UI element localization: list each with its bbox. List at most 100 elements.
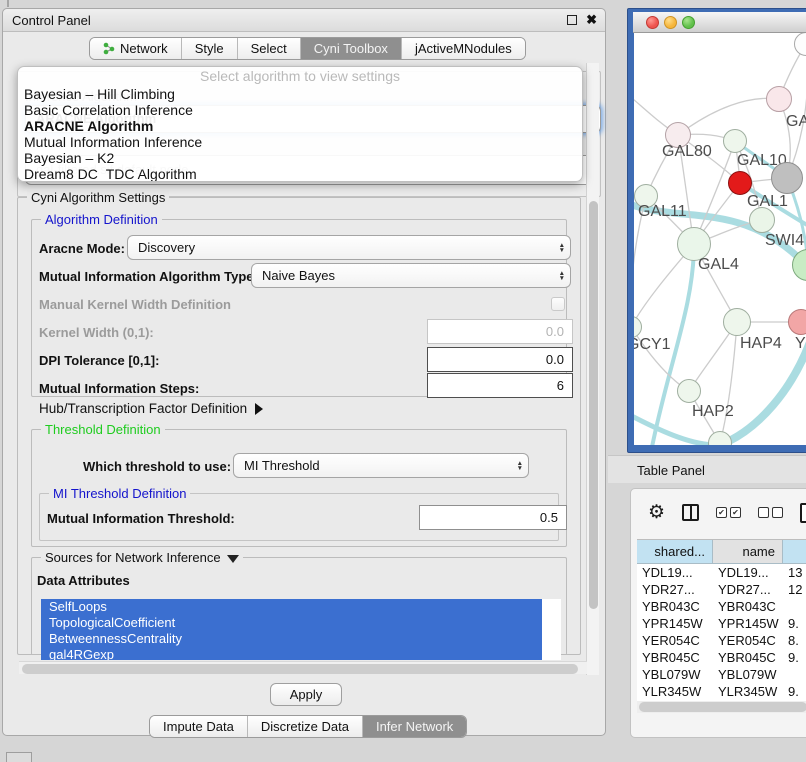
table-row[interactable]: YBR045CYBR045C9. [637, 649, 806, 666]
cyni-algorithm-settings-title: Cyni Algorithm Settings [27, 190, 169, 205]
float-window-icon[interactable] [567, 15, 577, 25]
table-row[interactable]: YBL079WYBL079W [637, 666, 806, 683]
table-row[interactable]: YBR043CYBR043C [637, 598, 806, 615]
dpi-tolerance-field[interactable]: 0.0 [427, 347, 573, 372]
window-grip[interactable] [6, 752, 32, 762]
tab-style-label: Style [195, 41, 224, 56]
zoom-traffic-light-icon[interactable] [682, 16, 695, 29]
combo-stepper-icon: ▲▼ [559, 243, 565, 253]
table-cell: 13 [783, 564, 806, 581]
data-attributes-label: Data Attributes [37, 573, 130, 588]
vertical-scroll-thumb[interactable] [589, 201, 598, 609]
settings-vertical-scrollbar[interactable] [586, 63, 599, 675]
network-node-hap4[interactable] [723, 308, 751, 336]
table-row[interactable]: YDR27...YDR27...12 [637, 581, 806, 598]
table-cell: 9. [783, 649, 806, 666]
mi-threshold-field[interactable]: 0.5 [419, 505, 567, 530]
tab-impute-data[interactable]: Impute Data [150, 716, 247, 737]
table-row[interactable]: YER054CYER054C8. [637, 632, 806, 649]
network-node-hap2[interactable] [677, 379, 701, 403]
sources-title[interactable]: Sources for Network Inference [41, 550, 243, 565]
node-table: shared... name YDL19...YDL19...13YDR27..… [637, 539, 806, 705]
network-node-label: HAP4 [740, 335, 782, 353]
table-panel-titlebar: Table Panel [608, 455, 806, 483]
aracne-mode-combobox[interactable]: Discovery ▲▼ [127, 235, 571, 260]
tab-cyni-toolbox-label: Cyni Toolbox [314, 41, 388, 56]
hub-definition-label: Hub/Transcription Factor Definition [39, 401, 247, 416]
network-node-gal10[interactable] [723, 129, 747, 153]
close-icon[interactable]: ✖ [586, 12, 597, 28]
which-threshold-combobox[interactable]: MI Threshold ▲▼ [233, 453, 529, 478]
network-node-label: GAL2 [786, 113, 806, 131]
close-traffic-light-icon[interactable] [646, 16, 659, 29]
table-row[interactable]: YDL19...YDL19...13 [637, 564, 806, 581]
data-attributes-list[interactable]: SelfLoopsTopologicalCoefficientBetweenne… [41, 599, 561, 660]
expand-right-icon [255, 403, 263, 415]
popup-algorithm-item[interactable]: Mutual Information Inference [18, 134, 582, 150]
table-cell: YLR345W [713, 683, 783, 700]
mi-steps-field[interactable]: 6 [427, 373, 573, 398]
popup-algorithm-item[interactable]: ARACNE Algorithm [18, 118, 582, 134]
table-panel-title: Table Panel [637, 463, 705, 478]
mi-steps-label: Mutual Information Steps: [39, 381, 199, 396]
export-table-icon[interactable] [800, 503, 806, 523]
network-node-gal2[interactable] [766, 86, 792, 112]
table-header-row: shared... name [637, 540, 806, 564]
network-node-swi4[interactable] [749, 207, 775, 233]
table-scroll-thumb[interactable] [639, 702, 806, 712]
popup-algorithm-item[interactable]: Bayesian – Hill Climbing [18, 86, 582, 102]
tab-infer-network[interactable]: Infer Network [362, 716, 466, 737]
table-cell: YDL19... [713, 564, 783, 581]
deselect-all-columns-icon[interactable] [758, 507, 783, 518]
checked-box-icon: ✔ [716, 507, 727, 518]
table-cell: YBR043C [637, 598, 713, 615]
horizontal-scroll-thumb[interactable] [22, 664, 578, 674]
table-row[interactable]: YLR345WYLR345W9. [637, 683, 806, 700]
popup-algorithm-item[interactable]: Bayesian – K2 [18, 150, 582, 166]
dpi-tolerance-label: DPI Tolerance [0,1]: [39, 353, 159, 368]
tab-cyni-toolbox[interactable]: Cyni Toolbox [300, 38, 401, 59]
select-all-columns-icon[interactable]: ✔✔ [716, 507, 741, 518]
data-attribute-item[interactable]: gal4RGexp [41, 647, 542, 660]
popup-algorithm-item[interactable]: Basic Correlation Inference [18, 102, 582, 118]
table-cell: YER054C [637, 632, 713, 649]
table-row[interactable]: YPR145WYPR145W9. [637, 615, 806, 632]
tab-style[interactable]: Style [181, 38, 237, 59]
apply-button[interactable]: Apply [270, 683, 342, 706]
column-header-partial[interactable] [783, 540, 806, 564]
column-layout-icon[interactable] [682, 504, 699, 521]
minimize-traffic-light-icon[interactable] [664, 16, 677, 29]
table-horizontal-scrollbar[interactable] [637, 701, 806, 713]
hub-definition-toggle[interactable]: Hub/Transcription Factor Definition [39, 401, 263, 416]
network-node-label: GAL80 [662, 143, 712, 161]
tab-network[interactable]: Network [90, 38, 181, 59]
network-node[interactable] [771, 162, 803, 194]
aracne-mode-label: Aracne Mode: [39, 241, 125, 256]
tab-jactivemnodules[interactable]: jActiveMNodules [401, 38, 525, 59]
network-node-label: Y [795, 335, 806, 353]
mi-type-combobox[interactable]: Naive Bayes ▲▼ [251, 263, 571, 288]
table-body: YDL19...YDL19...13YDR27...YDR27...12YBR0… [637, 564, 806, 705]
kernel-width-field[interactable]: 0.0 [427, 319, 573, 344]
network-window-titlebar[interactable] [633, 12, 806, 33]
gear-icon[interactable]: ⚙ [648, 501, 665, 524]
network-node-gal1[interactable] [728, 171, 752, 195]
manual-kernel-checkbox[interactable] [551, 297, 565, 311]
data-attribute-item[interactable]: TopologicalCoefficient [41, 615, 542, 631]
network-view-window[interactable]: GAL2GAL80GAL10GAL1GAL11SWI4GAL4GCY1HAP4Y… [627, 8, 806, 453]
popup-placeholder[interactable]: Select algorithm to view settings [18, 67, 582, 86]
column-header-shared-name[interactable]: shared... [637, 540, 713, 564]
data-attribute-item[interactable]: BetweennessCentrality [41, 631, 542, 647]
tab-discretize-data[interactable]: Discretize Data [247, 716, 362, 737]
table-panel: ⚙ ✔✔ shared... name YDL19...YDL19...13YD… [630, 488, 806, 738]
table-cell: YLR345W [637, 683, 713, 700]
tab-select[interactable]: Select [237, 38, 300, 59]
mi-threshold-value: 0.5 [540, 510, 558, 525]
data-attribute-item[interactable]: SelfLoops [41, 599, 542, 615]
column-header-name[interactable]: name [713, 540, 783, 564]
popup-algorithm-item[interactable]: Dream8 DC_TDC Algorithm [18, 166, 582, 182]
control-panel-title: Control Panel [12, 13, 91, 28]
network-canvas[interactable]: GAL2GAL80GAL10GAL1GAL11SWI4GAL4GCY1HAP4Y… [634, 33, 806, 445]
settings-horizontal-scrollbar[interactable] [19, 661, 587, 674]
attr-items: SelfLoopsTopologicalCoefficientBetweenne… [41, 599, 561, 660]
